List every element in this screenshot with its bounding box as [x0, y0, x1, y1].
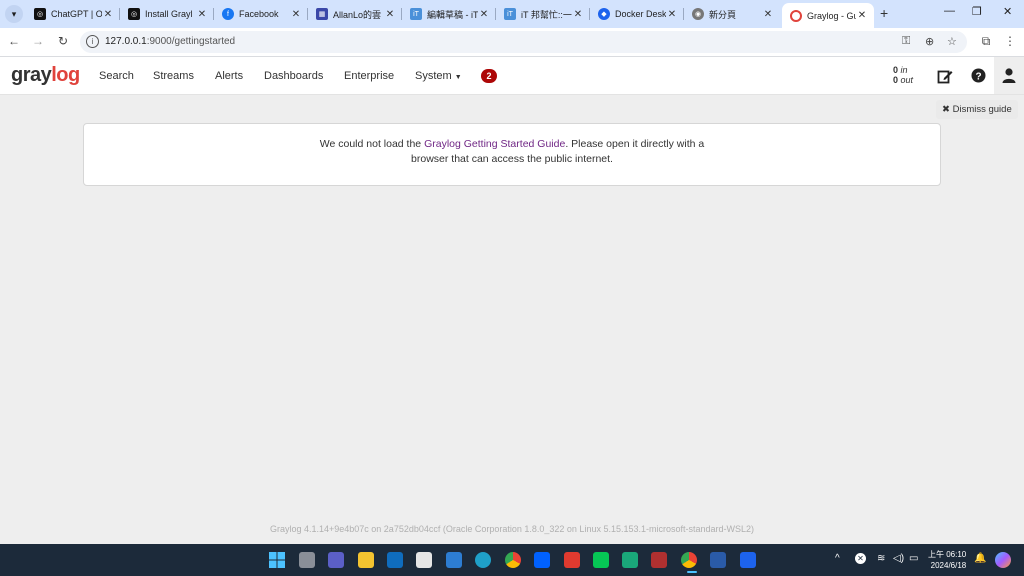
chevron-up-icon[interactable]: ^ [835, 553, 840, 564]
question-circle-icon: ? [971, 68, 985, 83]
browser-tab[interactable]: ◉ 新分頁 ✕ [684, 3, 780, 25]
help-button[interactable]: ? [963, 57, 993, 94]
address-bar[interactable]: i 127.0.0.1:9000/gettingstarted ⚿ ⊕ ☆ [80, 31, 967, 53]
edit-icon [937, 70, 953, 83]
version-footer: Graylog 4.1.14+9e4b07c on 2a752db04ccf (… [269, 524, 755, 534]
nav-system[interactable]: System ▼ [415, 70, 462, 82]
user-icon [1002, 68, 1016, 83]
app-w-icon[interactable] [710, 552, 726, 568]
windows-start-icon[interactable] [269, 552, 285, 568]
zoom-icon[interactable]: ⊕ [925, 35, 934, 48]
close-icon: ✖ [942, 104, 950, 115]
docker-icon: ◆ [598, 8, 610, 20]
nav-enterprise[interactable]: Enterprise [344, 70, 394, 82]
facebook-icon: f [222, 8, 234, 20]
close-tab-icon[interactable]: ✕ [290, 9, 302, 20]
minimize-icon[interactable]: — [944, 5, 955, 17]
close-tab-icon[interactable]: ✕ [856, 10, 868, 21]
close-tab-icon[interactable]: ✕ [666, 9, 678, 20]
site-info-icon[interactable]: i [86, 35, 99, 48]
chrome-active-icon[interactable] [681, 552, 697, 568]
browser-tab[interactable]: ◆ Docker Desk ✕ [590, 3, 684, 25]
restore-icon[interactable]: ❐ [972, 5, 982, 18]
close-tab-icon[interactable]: ✕ [762, 9, 774, 20]
getting-started-panel: We could not load the Graylog Getting St… [83, 123, 941, 186]
new-tab-button[interactable]: + [880, 5, 888, 21]
browser-tab[interactable]: ◎ ChatGPT | O ✕ [26, 3, 120, 25]
browser-tab-active[interactable]: Graylog - Gu ✕ [782, 3, 874, 28]
notification-badge[interactable]: 2 [481, 69, 497, 83]
scratchpad-button[interactable] [930, 57, 960, 94]
bookmark-star-icon[interactable]: ☆ [947, 35, 957, 48]
docker-taskbar-icon[interactable] [740, 552, 756, 568]
volume-icon[interactable]: ◁) [893, 553, 904, 564]
close-tab-icon[interactable]: ✕ [384, 9, 396, 20]
url-text[interactable]: 127.0.0.1:9000/gettingstarted [105, 36, 235, 47]
close-tab-icon[interactable]: ✕ [102, 9, 114, 20]
chatgpt-icon: ◎ [34, 8, 46, 20]
close-tab-icon[interactable]: ✕ [196, 9, 208, 20]
snipping-tool-icon[interactable] [416, 552, 432, 568]
guide-error-message: We could not load the Graylog Getting St… [319, 138, 705, 165]
nav-search[interactable]: Search [99, 70, 134, 82]
chrome-taskbar-icon[interactable] [505, 552, 521, 568]
svg-text:?: ? [975, 71, 981, 82]
graylog-logo[interactable]: graylog [11, 64, 80, 87]
nav-dashboards[interactable]: Dashboards [264, 70, 323, 82]
browser-tab[interactable]: iT 編輯草稿 - iT ✕ [402, 3, 496, 25]
reload-icon[interactable]: ↻ [55, 34, 71, 48]
browser-tab-strip: ▾ ◎ ChatGPT | O ✕ ◎ Install Grayl ✕ f Fa… [0, 0, 1024, 28]
ithome-icon: iT [410, 8, 422, 20]
windows-taskbar: ^ ✕ ≋ ◁) ▭ 上午 06:10 2024/6/18 🔔 [0, 544, 1024, 576]
task-view-icon[interactable] [299, 552, 315, 568]
copilot-icon[interactable] [995, 552, 1011, 568]
dropbox-icon[interactable] [534, 552, 550, 568]
wifi-icon[interactable]: ≋ [877, 553, 885, 564]
notification-bell-icon[interactable]: 🔔 [974, 553, 986, 564]
chevron-down-icon: ▾ [11, 8, 17, 19]
chatgpt-icon: ◎ [128, 8, 140, 20]
forward-icon[interactable]: → [30, 34, 46, 48]
password-key-icon[interactable]: ⚿ [902, 35, 910, 48]
browser-tab[interactable]: ◎ Install Grayl ✕ [120, 3, 214, 25]
caret-down-icon: ▼ [454, 74, 462, 81]
file-explorer-icon[interactable] [358, 552, 374, 568]
tab-search-button[interactable]: ▾ [5, 5, 23, 23]
back-icon[interactable]: ← [6, 34, 22, 48]
tray-close-icon[interactable]: ✕ [855, 553, 866, 564]
line-icon[interactable] [593, 552, 609, 568]
dismiss-guide-button[interactable]: ✖ Dismiss guide [936, 100, 1018, 119]
teams-icon[interactable] [328, 552, 344, 568]
shield-app-icon[interactable] [622, 552, 638, 568]
browser-tab[interactable]: ▦ AllanLo的雲 ✕ [308, 3, 402, 25]
mail-icon[interactable] [446, 552, 462, 568]
nav-streams[interactable]: Streams [153, 70, 194, 82]
taskbar-clock[interactable]: 上午 06:10 2024/6/18 [928, 549, 966, 571]
getting-started-guide-link[interactable]: Graylog Getting Started Guide [424, 138, 565, 150]
menu-kebab-icon[interactable]: ⋮ [1002, 34, 1018, 48]
throughput-indicator[interactable]: 0 in 0 out [893, 65, 913, 85]
battery-icon[interactable]: ▭ [909, 553, 918, 564]
nav-alerts[interactable]: Alerts [215, 70, 243, 82]
browser-tab[interactable]: iT iT 邦幫忙::一 ✕ [496, 3, 590, 25]
edge-icon[interactable] [475, 552, 491, 568]
browser-tab[interactable]: f Facebook ✕ [214, 3, 308, 25]
graylog-icon [790, 9, 802, 22]
chrome-icon: ◉ [692, 8, 704, 20]
extensions-icon[interactable]: ⧉ [978, 34, 994, 49]
app-icon[interactable] [564, 552, 580, 568]
browser-toolbar: ← → ↻ i 127.0.0.1:9000/gettingstarted ⚿ … [0, 28, 1024, 57]
ithome-icon: iT [504, 8, 516, 20]
close-window-icon[interactable]: ✕ [1003, 5, 1012, 18]
graylog-navbar: graylog Search Streams Alerts Dashboards… [0, 57, 1024, 95]
user-menu-button[interactable] [994, 57, 1024, 94]
outlook-icon[interactable] [387, 552, 403, 568]
app-stripes-icon[interactable] [651, 552, 667, 568]
close-tab-icon[interactable]: ✕ [478, 9, 490, 20]
close-tab-icon[interactable]: ✕ [572, 9, 584, 20]
site-icon: ▦ [316, 8, 328, 20]
